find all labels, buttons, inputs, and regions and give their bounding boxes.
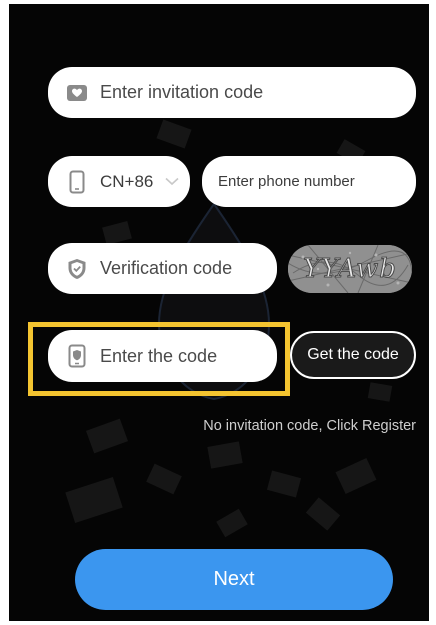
register-link[interactable]: No invitation code, Click Register (189, 418, 416, 434)
phone-icon (66, 170, 88, 193)
mail-heart-icon (66, 82, 88, 104)
invitation-code-placeholder: Enter invitation code (100, 82, 264, 102)
get-code-button[interactable]: Get the code (290, 331, 416, 379)
verification-code-placeholder: Verification code (100, 258, 233, 278)
captcha-text: YYAwb (303, 254, 397, 285)
shield-check-icon (66, 258, 88, 280)
next-button[interactable]: Next (75, 549, 393, 610)
phone-number-placeholder: Enter phone number (218, 173, 355, 190)
phone-number-input[interactable]: Enter phone number (202, 156, 416, 207)
captcha-image[interactable]: YYAwb (288, 245, 412, 293)
invitation-code-input[interactable]: Enter invitation code (48, 67, 416, 118)
highlight-box (28, 322, 290, 396)
register-screen: Enter invitation code CN+86 Enter phone … (9, 4, 429, 621)
chevron-down-icon (165, 173, 179, 191)
verification-code-input[interactable]: Verification code (48, 243, 277, 294)
country-code-select[interactable]: CN+86 (48, 156, 190, 207)
country-code-value: CN+86 (100, 171, 154, 191)
